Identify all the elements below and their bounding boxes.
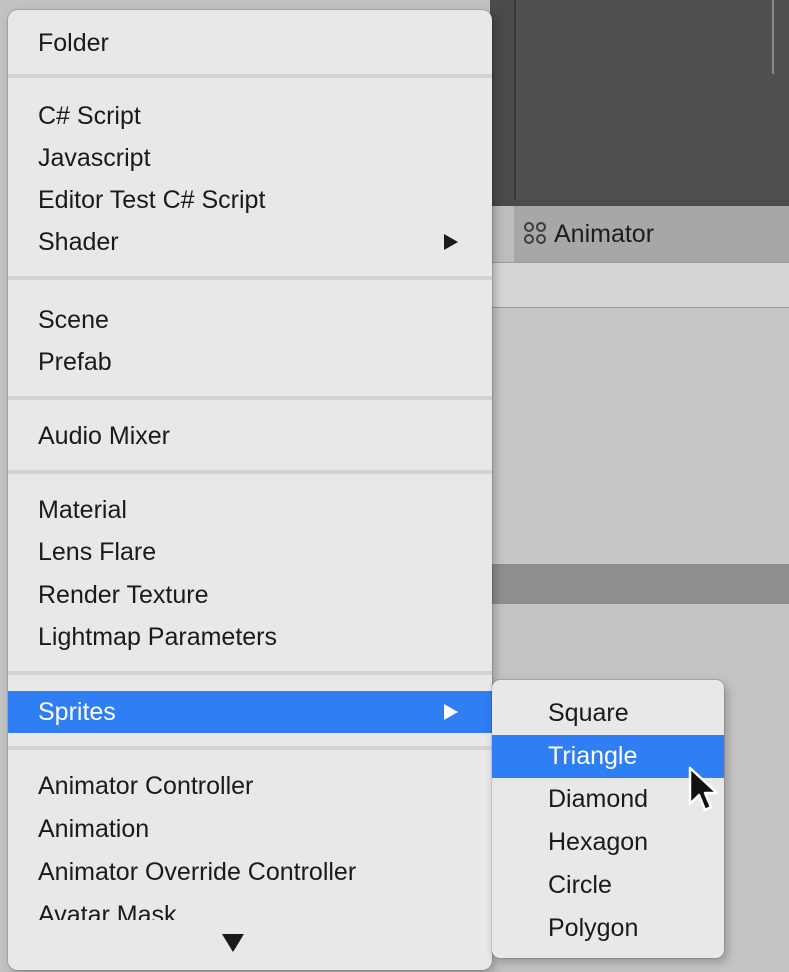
submenu-item-circle[interactable]: Circle xyxy=(492,864,724,907)
menu-item-csharp-script[interactable]: C# Script xyxy=(8,95,492,137)
menu-item-label: Folder xyxy=(38,29,109,57)
menu-item-label: Prefab xyxy=(38,348,112,376)
submenu-item-square[interactable]: Square xyxy=(492,692,724,735)
viewport-edge xyxy=(772,0,774,74)
submenu-item-label: Triangle xyxy=(548,742,638,770)
menu-item-material[interactable]: Material xyxy=(8,489,492,531)
animator-icon xyxy=(522,220,550,248)
menu-separator xyxy=(8,746,492,750)
triangle-down-icon xyxy=(222,934,244,952)
menu-item-label: Shader xyxy=(38,228,119,256)
menu-item-label: Material xyxy=(38,496,127,524)
scene-view-viewport xyxy=(514,0,789,200)
menu-item-animation[interactable]: Animation xyxy=(8,808,492,850)
menu-separator xyxy=(8,396,492,400)
menu-item-label: Sprites xyxy=(38,698,116,726)
submenu-arrow-icon xyxy=(444,234,458,250)
menu-item-label: Animator Override Controller xyxy=(38,858,357,886)
menu-item-animator-controller[interactable]: Animator Controller xyxy=(8,765,492,807)
menu-item-label: Lightmap Parameters xyxy=(38,623,278,651)
submenu-item-label: Diamond xyxy=(548,785,649,813)
menu-item-label: Render Texture xyxy=(38,581,209,609)
menu-item-sprites[interactable]: Sprites xyxy=(8,691,492,733)
menu-item-lightmap-parameters[interactable]: Lightmap Parameters xyxy=(8,616,492,658)
animator-toolbar xyxy=(490,262,789,309)
submenu-item-label: Polygon xyxy=(548,914,639,942)
menu-item-animator-override-controller[interactable]: Animator Override Controller xyxy=(8,851,492,893)
menu-separator xyxy=(8,470,492,474)
menu-item-label: C# Script xyxy=(38,102,141,130)
menu-item-label: Animator Controller xyxy=(38,772,254,800)
menu-item-label: Animation xyxy=(38,815,150,843)
menu-item-label: Scene xyxy=(38,306,109,334)
menu-scroll-down[interactable] xyxy=(8,920,492,970)
menu-item-prefab[interactable]: Prefab xyxy=(8,341,492,383)
tab-animator-label: Animator xyxy=(554,219,655,248)
tab-animator[interactable]: Animator xyxy=(514,206,789,262)
menu-item-shader[interactable]: Shader xyxy=(8,221,492,263)
submenu-item-polygon[interactable]: Polygon xyxy=(492,907,724,950)
menu-item-label: Lens Flare xyxy=(38,538,157,566)
submenu-item-label: Hexagon xyxy=(548,828,649,856)
sprites-submenu: Square Triangle Diamond Hexagon Circle P… xyxy=(492,680,724,958)
animator-panel xyxy=(490,308,789,564)
menu-item-label: Audio Mixer xyxy=(38,422,170,450)
menu-separator xyxy=(8,74,492,78)
submenu-item-hexagon[interactable]: Hexagon xyxy=(492,821,724,864)
mouse-cursor-icon xyxy=(688,766,719,812)
menu-item-folder[interactable]: Folder xyxy=(8,22,492,64)
menu-item-render-texture[interactable]: Render Texture xyxy=(8,574,492,616)
menu-item-javascript[interactable]: Javascript xyxy=(8,137,492,179)
menu-item-scene[interactable]: Scene xyxy=(8,299,492,341)
submenu-item-label: Circle xyxy=(548,871,612,899)
menu-item-editor-test-csharp-script[interactable]: Editor Test C# Script xyxy=(8,179,492,221)
create-context-menu: Folder C# Script Javascript Editor Test … xyxy=(8,10,492,970)
menu-separator xyxy=(8,276,492,280)
submenu-item-label: Square xyxy=(548,699,629,727)
menu-item-label: Javascript xyxy=(38,144,151,172)
menu-item-audio-mixer[interactable]: Audio Mixer xyxy=(8,415,492,457)
submenu-arrow-icon xyxy=(444,704,458,720)
menu-separator xyxy=(8,671,492,675)
menu-item-label: Editor Test C# Script xyxy=(38,186,266,214)
panel-divider xyxy=(490,564,789,604)
menu-item-lens-flare[interactable]: Lens Flare xyxy=(8,531,492,573)
